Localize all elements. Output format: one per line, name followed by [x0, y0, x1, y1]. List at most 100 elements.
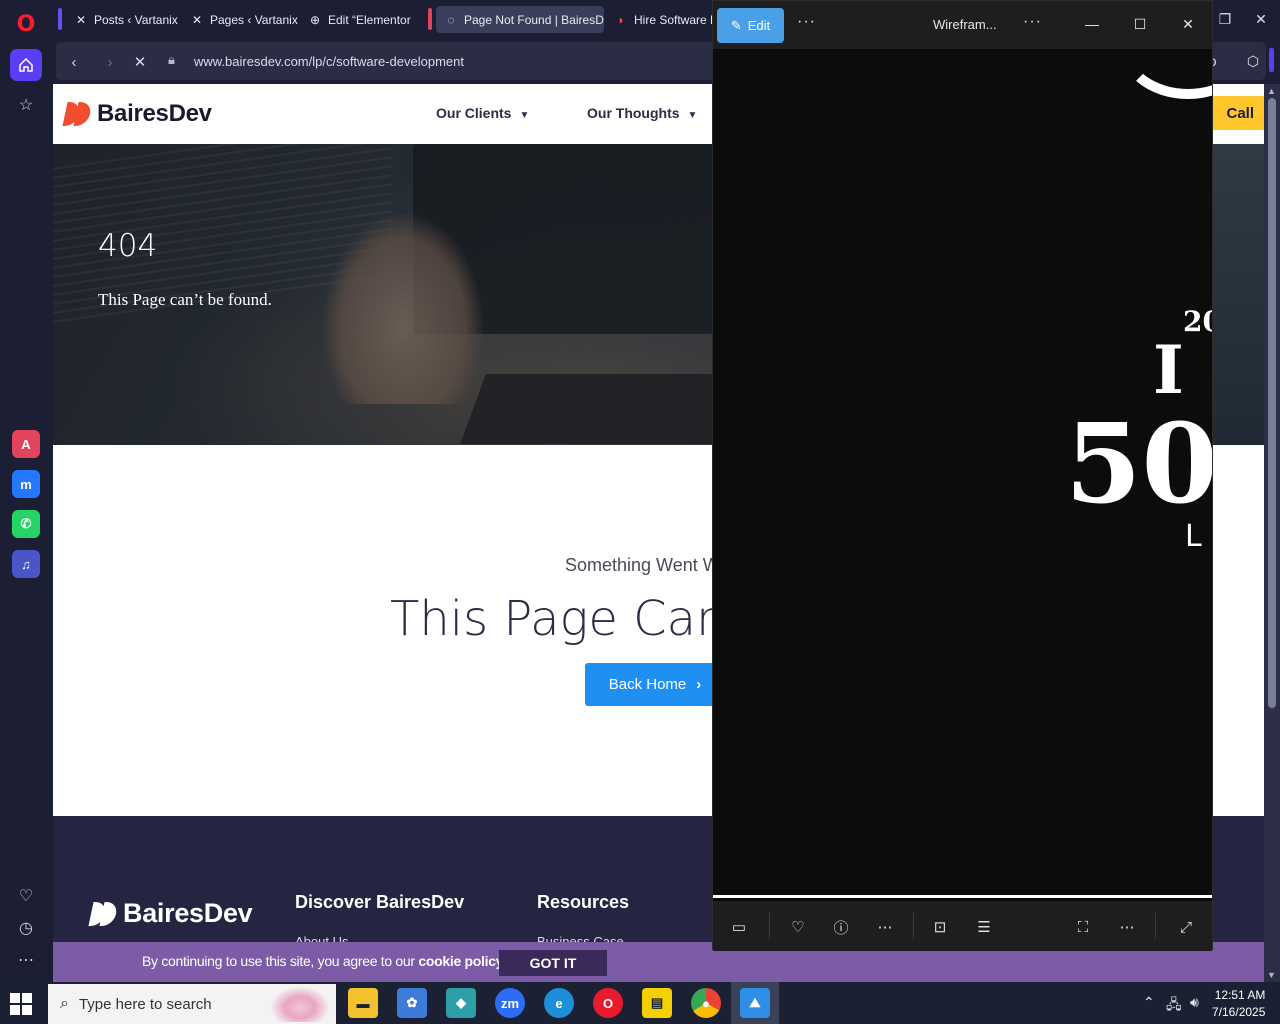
page-scrollbar[interactable]: ▲ ▼	[1264, 84, 1280, 982]
close-icon[interactable]: ✕	[1177, 13, 1199, 35]
close-window-icon[interactable]: ✕	[1251, 9, 1271, 29]
taskbar-search[interactable]: ⌕ Type here to search	[48, 984, 336, 1024]
photos-icon[interactable]: ⛰	[740, 988, 770, 1018]
volume-icon[interactable]: 🔊︎	[1190, 994, 1199, 1011]
system-clock[interactable]: 12:51 AM 7/16/2025	[1212, 987, 1265, 1021]
edit-button[interactable]: ✎ Edit	[717, 8, 784, 43]
more-icon[interactable]: ⋯	[10, 944, 42, 976]
app-icon[interactable]: ◆	[446, 988, 476, 1018]
tab-label: Pages ‹ Vartanix	[210, 12, 298, 27]
whatsapp-icon[interactable]: ✆	[12, 510, 40, 538]
button-label: Back Home	[608, 676, 687, 693]
sticky-notes-icon[interactable]: ▤	[642, 988, 672, 1018]
search-icon: ⌕	[60, 995, 69, 1012]
box-icon[interactable]: ⬡	[1243, 51, 1263, 71]
scroll-up-icon[interactable]: ▲	[1267, 86, 1276, 96]
image-text-big2: 50	[1065, 399, 1212, 528]
copy-text-icon[interactable]: ☰	[973, 916, 995, 938]
fullscreen-icon[interactable]: ⤢	[1175, 916, 1197, 938]
bairesdev-icon: ◗	[617, 12, 625, 27]
maximize-icon[interactable]: ☐	[1129, 13, 1151, 35]
zoom-icon[interactable]: zm	[495, 988, 525, 1018]
image-arc-shape	[1118, 49, 1212, 99]
filmstrip-icon[interactable]: ▭	[728, 916, 750, 938]
search-highlight-image	[270, 986, 330, 1022]
opera-sidebar: O ☆ A m ✆ ♫ ♡ ◷ ⋯	[0, 0, 52, 982]
x-logo-icon: ✕	[191, 12, 203, 27]
minimize-icon[interactable]: —	[1081, 13, 1103, 35]
paint-icon[interactable]: ✿	[397, 988, 427, 1018]
footer-logo[interactable]: BairesDev	[88, 898, 253, 929]
url-text[interactable]: www.bairesdev.com/lp/c/software-developm…	[194, 54, 464, 69]
stop-loading-icon[interactable]: ✕	[130, 52, 150, 72]
footer-heading-discover: Discover BairesDev	[295, 892, 465, 912]
error-kicker: Something Went W	[565, 555, 720, 575]
scroll-down-icon[interactable]: ▼	[1267, 970, 1276, 980]
image-text-year: 20	[1183, 305, 1212, 338]
more-icon[interactable]: ⋯	[874, 916, 896, 938]
tab-label: Hire Software D	[634, 12, 712, 27]
site-logo[interactable]: BairesDev	[62, 100, 212, 128]
show-hidden-icons[interactable]: ⌃	[1143, 994, 1155, 1011]
more-options-icon[interactable]: ···	[797, 13, 816, 31]
heart-icon[interactable]: ♡	[10, 880, 42, 912]
tab-group-marker	[58, 8, 62, 30]
edge-icon[interactable]: e	[544, 988, 574, 1018]
nav-label: Our Thoughts	[587, 105, 680, 121]
clock-time: 12:51 AM	[1214, 988, 1266, 1002]
caret-down-icon: ▼	[687, 110, 698, 121]
star-icon[interactable]: ☆	[10, 89, 42, 121]
image-text-small: L I	[1185, 519, 1212, 554]
file-explorer-icon[interactable]: ▬	[348, 988, 378, 1018]
nav-our-thoughts[interactable]: Our Thoughts ▼	[587, 105, 697, 121]
chevron-right-icon: ›	[696, 676, 702, 693]
caret-down-icon: ▼	[519, 110, 530, 121]
tab-pages[interactable]: ✕ Pages ‹ Vartanix	[182, 6, 298, 33]
fit-to-window-icon[interactable]: ⛶	[1072, 916, 1094, 938]
chrome-icon[interactable]: ●	[691, 988, 721, 1018]
tab-edit-elementor[interactable]: ⊕ Edit “Elementor	[300, 6, 414, 33]
history-icon[interactable]: ◷	[10, 912, 42, 944]
visual-search-icon[interactable]: ⊡	[929, 916, 951, 938]
messenger-icon[interactable]: m	[12, 470, 40, 498]
tab-page-not-found[interactable]: ◌ Page Not Found | BairesDev	[436, 6, 604, 33]
viewer-toolbar: ▭ ♡ ⓘ ⋯ ⊡ ☰ ⛶ ⋯ ⤢	[713, 901, 1212, 951]
info-icon[interactable]: ⓘ	[830, 916, 852, 938]
aria-icon[interactable]: A	[12, 430, 40, 458]
wordpress-icon: ⊕	[309, 12, 321, 27]
network-icon[interactable]: 🖧︎	[1166, 994, 1182, 1018]
back-home-button[interactable]: Back Home ›	[585, 663, 725, 706]
opera-icon[interactable]: O	[593, 988, 623, 1018]
clock-date: 7/16/2025	[1212, 1005, 1266, 1019]
nav-label: Our Clients	[436, 105, 512, 121]
x-logo-icon: ✕	[75, 12, 87, 27]
scroll-thumb[interactable]	[1268, 98, 1276, 708]
title-more-icon[interactable]: ···	[1023, 13, 1042, 31]
favorite-heart-icon[interactable]: ♡	[787, 916, 809, 938]
tab-label: Edit “Elementor	[328, 12, 411, 27]
bairesdev-logo-icon	[88, 901, 119, 926]
home-icon[interactable]	[10, 49, 42, 81]
toolbar-separator	[913, 913, 914, 939]
edit-label: Edit	[747, 18, 771, 33]
lock-icon[interactable]: 🔒︎	[168, 52, 175, 68]
tab-group-marker	[428, 8, 432, 30]
viewer-image[interactable]: 20 I 50 L I	[713, 49, 1212, 895]
footer-brand-name: BairesDev	[123, 898, 253, 928]
windows-start-icon[interactable]	[10, 993, 32, 1015]
cookie-accept-button[interactable]: GOT IT	[499, 950, 607, 976]
brand-name: BairesDev	[97, 100, 212, 127]
tab-label: Posts ‹ Vartanix	[94, 12, 178, 27]
viewer-title: Wirefram...	[933, 17, 997, 32]
zoom-more-icon[interactable]: ⋯	[1116, 916, 1138, 938]
tab-hire-software[interactable]: ◗ Hire Software D	[606, 6, 712, 33]
image-text-big1: I	[1153, 331, 1184, 409]
nav-our-clients[interactable]: Our Clients ▼	[436, 105, 529, 121]
cookie-policy-link[interactable]: cookie policy.	[418, 953, 506, 969]
forward-icon[interactable]: ›	[100, 52, 120, 72]
back-icon[interactable]: ‹	[64, 52, 84, 72]
music-player-icon[interactable]: ♫	[12, 550, 40, 578]
opera-logo-icon[interactable]: O	[10, 8, 42, 40]
restore-window-icon[interactable]: ❐	[1215, 9, 1235, 29]
tab-posts[interactable]: ✕ Posts ‹ Vartanix	[66, 6, 180, 33]
